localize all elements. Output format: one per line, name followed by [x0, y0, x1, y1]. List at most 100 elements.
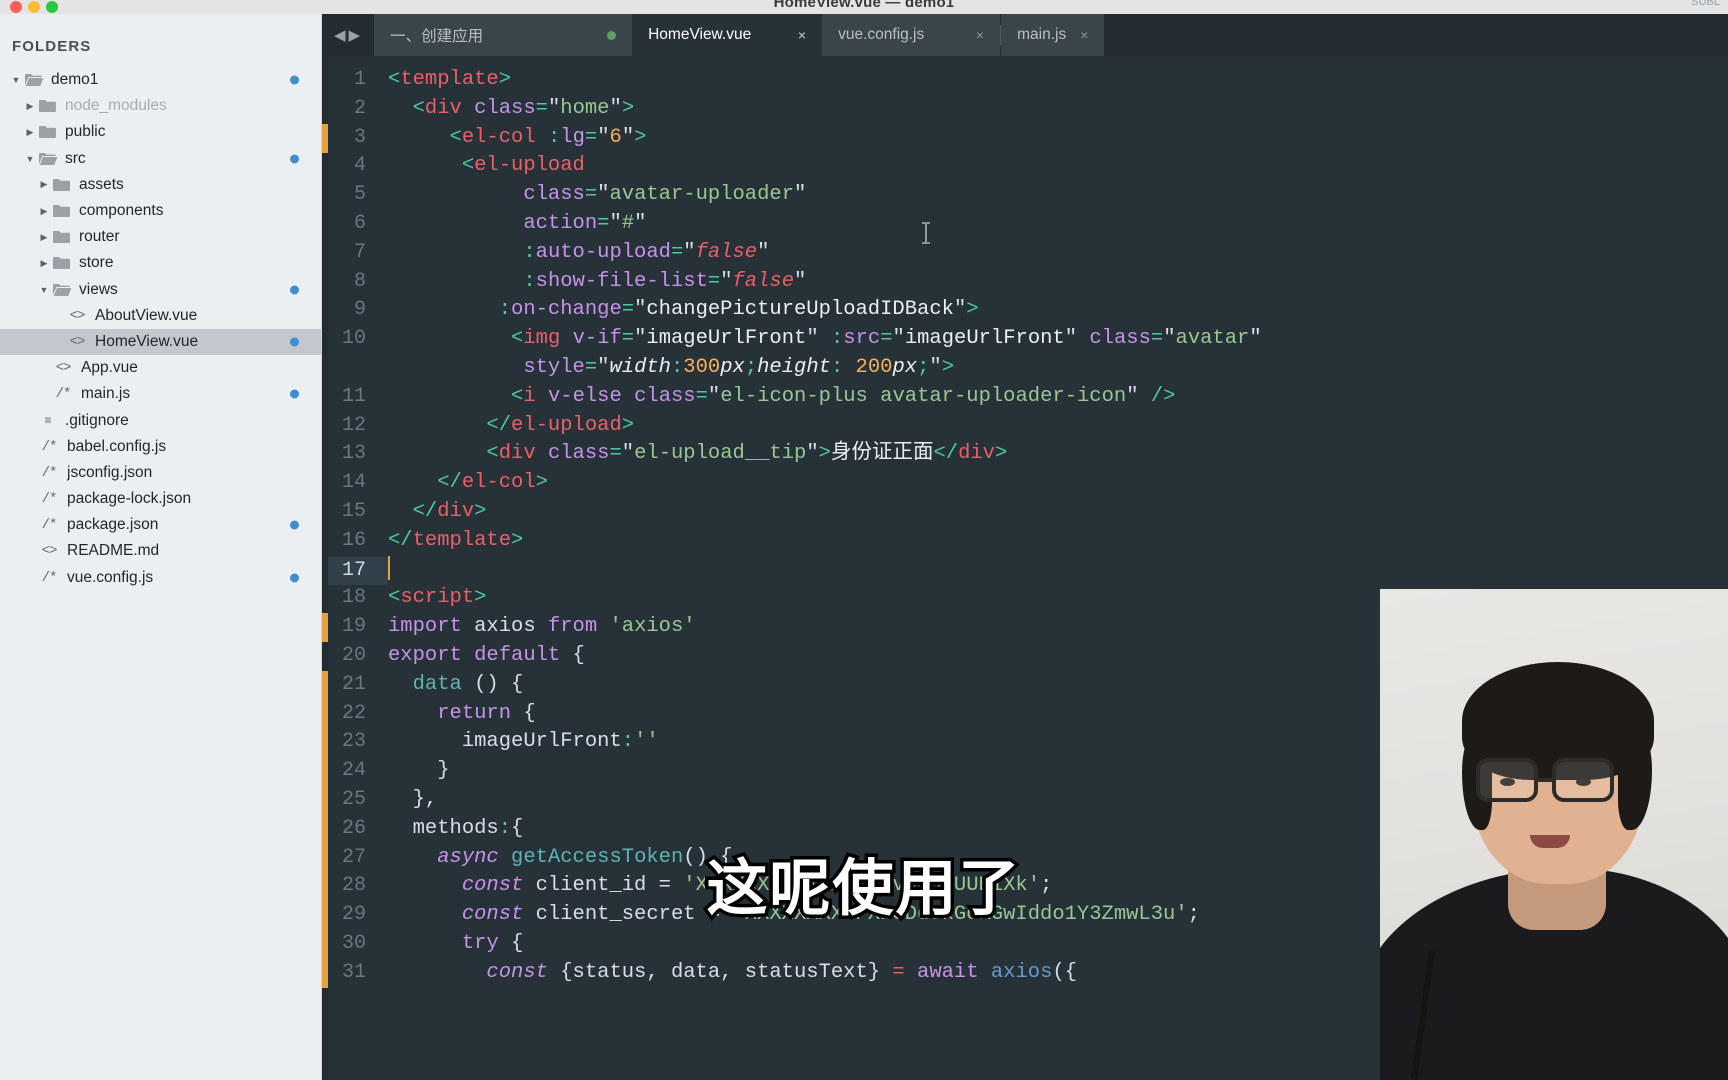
line-content: <el-col :lg="6"> [449, 125, 647, 149]
code-line[interactable]: 5 class="avatar-uploader" [328, 181, 1728, 210]
sidebar-item-vue-config-js[interactable]: /* vue.config.js [0, 565, 321, 591]
sidebar-item-components[interactable]: ▶ components [0, 198, 321, 224]
sidebar-item-store[interactable]: ▶ store [0, 250, 321, 276]
tab-list[interactable]: 一、创建应用 HomeView.vue × vue.config.js × main.js… [374, 14, 1105, 56]
sidebar-item-router[interactable]: ▶ router [0, 224, 321, 250]
code-line[interactable]: 4 <el-upload [328, 152, 1728, 181]
nav-forward-icon[interactable]: ▶ [349, 26, 361, 44]
code-file-icon: <> [69, 333, 86, 350]
code-line[interactable]: 3 <el-col :lg="6"> [328, 124, 1728, 153]
sidebar-item-label: package-lock.json [67, 490, 192, 508]
code-line[interactable]: 17 [328, 555, 1728, 586]
code-line[interactable]: 7 :auto-upload="false" [328, 239, 1728, 268]
line-content: <img v-if="imageUrlFront" :src="imageUrl… [511, 327, 1262, 351]
line-number: 22 [341, 701, 366, 725]
code-line[interactable]: 16 </template> [328, 527, 1728, 556]
gitignore-file-icon: ≡ [44, 413, 52, 428]
editor-tab-[interactable]: 一、创建应用 [374, 14, 633, 56]
line-content: :show-file-list="false" [523, 269, 807, 293]
disclosure-right-icon[interactable]: ▶ [36, 179, 52, 190]
code-line[interactable]: 13 <div class="el-upload__tip">身份证正面</di… [328, 440, 1728, 469]
sidebar-item-gitignore[interactable]: ≡ .gitignore [0, 407, 321, 433]
editor-tab-homeview-vue[interactable]: HomeView.vue × [632, 14, 823, 56]
modified-indicator-dot [290, 285, 299, 295]
app-badge: SUBL [1691, 0, 1720, 8]
editor-tab-main-js[interactable]: main.js × [1001, 14, 1105, 56]
js-file-icon: /* [41, 438, 58, 455]
sidebar-item-views[interactable]: ▼ views [0, 277, 321, 303]
tab-close-icon[interactable]: × [798, 27, 806, 43]
disclosure-down-icon[interactable]: ▼ [8, 75, 24, 85]
code-line[interactable]: 10 <img v-if="imageUrlFront" :src="image… [328, 325, 1728, 354]
disclosure-right-icon[interactable]: ▶ [36, 258, 52, 269]
sidebar-item-assets[interactable]: ▶ assets [0, 172, 321, 198]
line-number: 26 [341, 816, 366, 840]
sidebar-item-package-json[interactable]: /* package.json [0, 512, 321, 538]
code-line[interactable]: 6 action="#" [328, 210, 1728, 239]
sidebar-item-app-vue[interactable]: <> App.vue [0, 355, 321, 381]
sidebar-item-demo1[interactable]: ▼ demo1 [0, 67, 321, 93]
sidebar-item-public[interactable]: ▶ public [0, 119, 321, 145]
code-line[interactable]: 8 :show-file-list="false" [328, 268, 1728, 297]
tab-label: HomeView.vue [648, 26, 752, 43]
line-number: 17 [328, 556, 388, 586]
line-content: <div class="el-upload__tip">身份证正面</div> [486, 442, 1008, 466]
folder-tree[interactable]: ▼ demo1 ▶ node_modules ▶ public ▼ src ▶ assets ▶ co… [0, 67, 321, 591]
line-number: 18 [341, 586, 366, 610]
js-file-icon: /* [41, 569, 58, 586]
sidebar-item-aboutview-vue[interactable]: <> AboutView.vue [0, 303, 321, 329]
line-number: 15 [341, 499, 366, 523]
code-line[interactable]: 14 </el-col> [328, 469, 1728, 498]
editor-tab-vue-config-js[interactable]: vue.config.js × [822, 14, 1001, 56]
code-line[interactable]: 11 <i v-else class="el-icon-plus avatar-… [328, 383, 1728, 412]
folder-open-icon [52, 282, 72, 298]
text-caret [388, 555, 390, 580]
tab-close-icon[interactable]: × [1080, 27, 1088, 43]
sidebar-item-main-js[interactable]: /* main.js [0, 381, 321, 407]
line-number: 14 [341, 471, 366, 495]
presenter-glasses-right [1552, 758, 1614, 802]
presenter-glasses-left [1476, 758, 1538, 802]
folder-icon [52, 203, 72, 219]
code-line-wrapped[interactable]: style="width:300px;height: 200px;"> [328, 354, 1728, 383]
nav-back-icon[interactable]: ◀ [334, 26, 346, 44]
file-explorer-sidebar[interactable]: FOLDERS ▼ demo1 ▶ node_modules ▶ public ▼ src ▶ a… [0, 14, 322, 1080]
sidebar-item-label: src [65, 149, 86, 167]
code-line[interactable]: 2 <div class="home"> [328, 95, 1728, 124]
sidebar-item-jsconfig-json[interactable]: /* jsconfig.json [0, 460, 321, 486]
disclosure-down-icon[interactable]: ▼ [36, 285, 52, 295]
disclosure-down-icon[interactable]: ▼ [22, 154, 38, 164]
modified-indicator-dot [290, 520, 299, 530]
disclosure-right-icon[interactable]: ▶ [36, 232, 52, 243]
code-line[interactable]: 9 :on-change="changePictureUploadIDBack"… [328, 296, 1728, 325]
line-number: 28 [341, 874, 366, 898]
disclosure-right-icon[interactable]: ▶ [22, 101, 38, 112]
editor-tabbar[interactable]: ◀ ▶ 一、创建应用 HomeView.vue × vue.config.js × mai… [322, 14, 1728, 56]
line-number: 16 [341, 528, 366, 552]
sidebar-item-src[interactable]: ▼ src [0, 146, 321, 172]
sidebar-item-label: demo1 [51, 71, 99, 89]
sidebar-item-label: views [79, 280, 118, 298]
sidebar-item-label: AboutView.vue [95, 306, 198, 324]
sidebar-item-babel-config-js[interactable]: /* babel.config.js [0, 434, 321, 460]
line-content: </template> [388, 528, 524, 552]
disclosure-right-icon[interactable]: ▶ [22, 127, 38, 138]
line-content: <template> [388, 68, 512, 91]
modified-indicator-dot [290, 573, 299, 583]
disclosure-right-icon[interactable]: ▶ [36, 206, 52, 217]
tab-nav-arrows[interactable]: ◀ ▶ [322, 26, 374, 56]
code-line[interactable]: 1 <template> [328, 66, 1728, 95]
line-content: </el-col> [437, 471, 548, 495]
tab-close-icon[interactable]: × [976, 27, 984, 43]
folder-icon [38, 98, 58, 114]
sidebar-item-homeview-vue[interactable]: <> HomeView.vue [0, 328, 321, 356]
sidebar-item-node-modules[interactable]: ▶ node_modules [0, 93, 321, 119]
line-number: 23 [341, 730, 366, 754]
folder-icon [52, 229, 72, 245]
sidebar-item-package-lock-json[interactable]: /* package-lock.json [0, 486, 321, 512]
sidebar-item-readme-md[interactable]: <> README.md [0, 538, 321, 564]
code-line[interactable]: 12 </el-upload> [328, 412, 1728, 441]
code-line[interactable]: 15 </div> [328, 498, 1728, 527]
sidebar-item-label: router [79, 228, 120, 246]
line-number: 2 [353, 96, 366, 120]
